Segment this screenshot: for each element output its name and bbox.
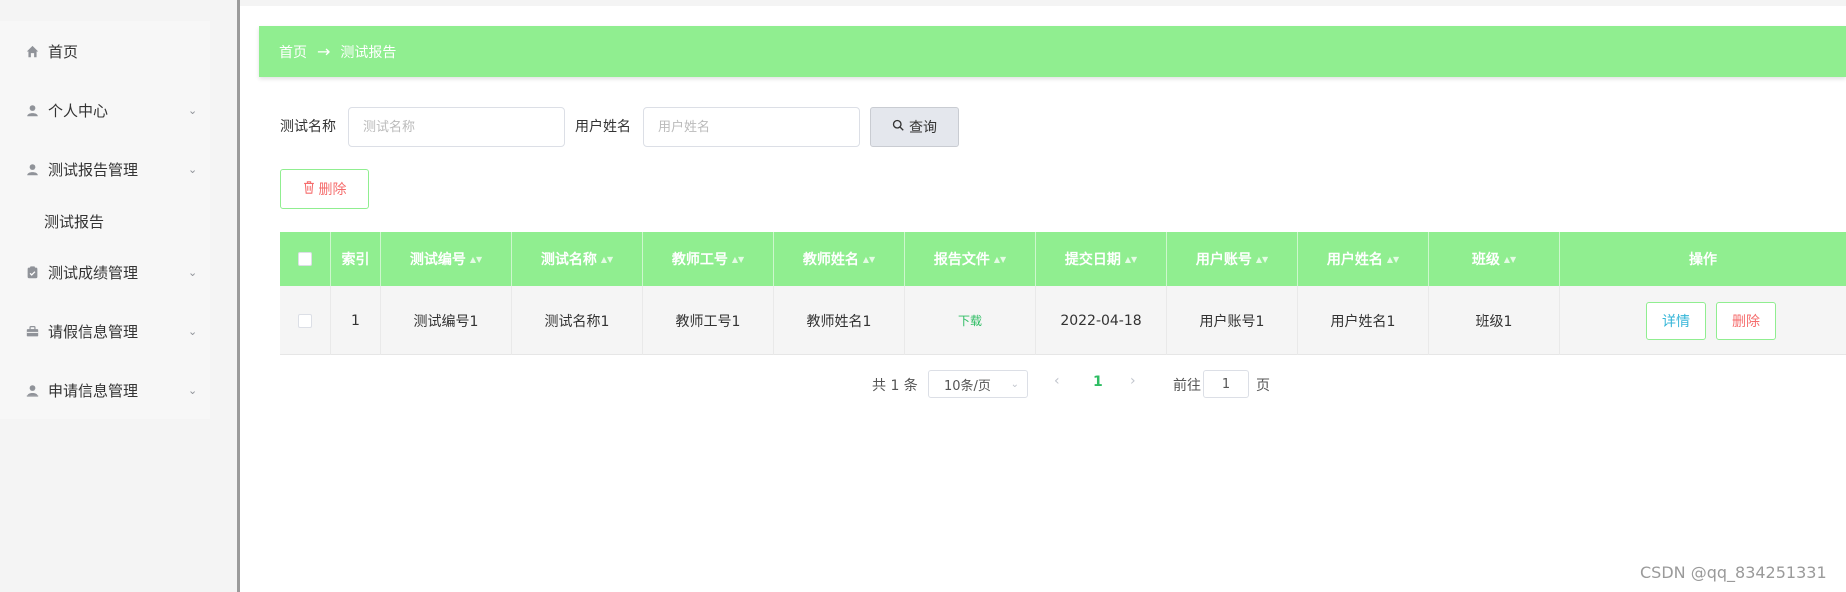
column-header-test-name[interactable]: 测试名称 ▲▼ xyxy=(512,232,643,286)
sidebar-item-test-score-mgmt[interactable]: 测试成绩管理 ⌄ xyxy=(0,252,210,292)
select-all-cell xyxy=(280,232,331,286)
column-header-user-name[interactable]: 用户姓名 ▲▼ xyxy=(1298,232,1429,286)
sidebar-item-home[interactable]: 首页 xyxy=(0,31,210,71)
page-size-select[interactable]: 10条/页 ⌄ xyxy=(928,370,1028,398)
sidebar-container: 首页 个人中心 ⌄ 测试报告管理 ⌄ 测试报告 测试成绩管理 ⌄ 请假信息管理 … xyxy=(0,0,240,592)
trash-icon xyxy=(303,180,315,198)
cell-report-file: 下载 xyxy=(905,286,1036,355)
sidebar-item-label: 个人中心 xyxy=(48,101,109,120)
sort-icon[interactable]: ▲▼ xyxy=(732,255,744,263)
sidebar-item-personal-center[interactable]: 个人中心 ⌄ xyxy=(0,90,210,130)
column-header-report-file[interactable]: 报告文件 ▲▼ xyxy=(905,232,1036,286)
column-header-teacher-name[interactable]: 教师姓名 ▲▼ xyxy=(774,232,905,286)
delete-button[interactable]: 删除 xyxy=(280,169,369,209)
table-header: 索引 测试编号 ▲▼ 测试名称 ▲▼ 教师工号 ▲▼ 教师姓名 ▲▼ 报告文件 ▲▼ 提交… xyxy=(280,232,1846,286)
clipboard-icon xyxy=(24,264,40,280)
select-all-checkbox[interactable] xyxy=(298,252,312,266)
sidebar-item-label: 请假信息管理 xyxy=(48,322,139,341)
sidebar-menu: 首页 个人中心 ⌄ 测试报告管理 ⌄ 测试报告 测试成绩管理 ⌄ 请假信息管理 … xyxy=(0,21,210,419)
download-link[interactable]: 下载 xyxy=(958,312,982,329)
cell-class: 班级1 xyxy=(1429,286,1560,355)
prev-page-icon[interactable]: ‹ xyxy=(1054,373,1060,389)
sidebar-item-label: 测试报告管理 xyxy=(48,160,139,179)
sort-icon[interactable]: ▲▼ xyxy=(863,255,875,263)
sort-icon[interactable]: ▲▼ xyxy=(1387,255,1399,263)
sort-icon[interactable]: ▲▼ xyxy=(470,255,482,263)
test-name-input[interactable] xyxy=(348,107,565,147)
user-name-label: 用户姓名 xyxy=(575,119,631,135)
sidebar-item-label: 首页 xyxy=(48,42,79,61)
watermark-text: CSDN @qq_834251331 xyxy=(1640,563,1827,582)
goto-page-input[interactable] xyxy=(1203,370,1249,398)
page-size-value: 10条/页 xyxy=(944,378,991,394)
cell-test-no: 测试编号1 xyxy=(381,286,512,355)
cell-index: 1 xyxy=(331,286,381,355)
breadcrumb-home[interactable]: 首页 xyxy=(279,42,307,62)
column-header-teacher-id[interactable]: 教师工号 ▲▼ xyxy=(643,232,774,286)
user-icon xyxy=(24,161,40,177)
table-row: 1 测试编号1 测试名称1 教师工号1 教师姓名1 下载 2022-04-18 … xyxy=(280,286,1846,355)
goto-label: 前往 xyxy=(1173,378,1201,394)
sidebar-item-label: 测试成绩管理 xyxy=(48,263,139,282)
column-header-test-no[interactable]: 测试编号 ▲▼ xyxy=(381,232,512,286)
sort-icon[interactable]: ▲▼ xyxy=(1125,255,1137,263)
home-icon xyxy=(24,43,40,59)
user-icon xyxy=(24,102,40,118)
query-button-label: 查询 xyxy=(909,120,937,136)
pagination-total: 共 1 条 xyxy=(872,378,918,394)
sidebar-item-leave-info-mgmt[interactable]: 请假信息管理 ⌄ xyxy=(0,311,210,351)
breadcrumb-current: 测试报告 xyxy=(340,44,397,61)
chevron-down-icon: ⌄ xyxy=(188,324,198,338)
chevron-down-icon: ⌄ xyxy=(188,265,198,279)
cell-teacher-id: 教师工号1 xyxy=(643,286,774,355)
chevron-down-icon: ⌄ xyxy=(1010,378,1019,390)
row-select-cell xyxy=(280,286,331,355)
column-header-user-account[interactable]: 用户账号 ▲▼ xyxy=(1167,232,1298,286)
chevron-down-icon: ⌄ xyxy=(188,103,198,117)
sidebar-subitem-test-report[interactable]: 测试报告 xyxy=(0,201,210,241)
page-number-current[interactable]: 1 xyxy=(1093,374,1103,390)
cell-teacher-name: 教师姓名1 xyxy=(774,286,905,355)
sort-icon[interactable]: ▲▼ xyxy=(994,255,1006,263)
sort-icon[interactable]: ▲▼ xyxy=(1256,255,1268,263)
chevron-down-icon: ⌄ xyxy=(188,162,198,176)
breadcrumb-separator: → xyxy=(317,42,331,61)
cell-submit-date: 2022-04-18 xyxy=(1036,286,1167,355)
test-name-label: 测试名称 xyxy=(280,119,336,135)
column-header-index: 索引 xyxy=(331,232,381,286)
sort-icon[interactable]: ▲▼ xyxy=(1504,255,1516,263)
breadcrumb: 首页 → 测试报告 xyxy=(259,26,1846,77)
cell-user-name: 用户姓名1 xyxy=(1298,286,1429,355)
sidebar-item-label: 测试报告 xyxy=(44,212,105,231)
cell-actions: 详情 删除 xyxy=(1560,286,1846,355)
row-delete-button[interactable]: 删除 xyxy=(1716,302,1776,340)
pagination: 共 1 条 10条/页 ⌄ ‹ 1 › 前往 页 xyxy=(0,370,1846,398)
sidebar-divider xyxy=(237,0,240,592)
top-strip xyxy=(240,0,1846,6)
sidebar-item-test-report-mgmt[interactable]: 测试报告管理 ⌄ xyxy=(0,149,210,189)
briefcase-icon xyxy=(24,323,40,339)
page-suffix-label: 页 xyxy=(1256,378,1270,394)
delete-button-label: 删除 xyxy=(318,182,347,198)
user-name-input[interactable] xyxy=(643,107,860,147)
cell-test-name: 测试名称1 xyxy=(512,286,643,355)
column-header-actions: 操作 xyxy=(1689,252,1717,268)
cell-user-account: 用户账号1 xyxy=(1167,286,1298,355)
row-checkbox[interactable] xyxy=(298,313,312,328)
column-header-submit-date[interactable]: 提交日期 ▲▼ xyxy=(1036,232,1167,286)
next-page-icon[interactable]: › xyxy=(1130,373,1136,389)
detail-button[interactable]: 详情 xyxy=(1646,302,1706,340)
sort-icon[interactable]: ▲▼ xyxy=(601,255,613,263)
column-header-class[interactable]: 班级 ▲▼ xyxy=(1429,232,1560,286)
search-icon xyxy=(892,119,904,135)
query-button[interactable]: 查询 xyxy=(870,107,959,147)
